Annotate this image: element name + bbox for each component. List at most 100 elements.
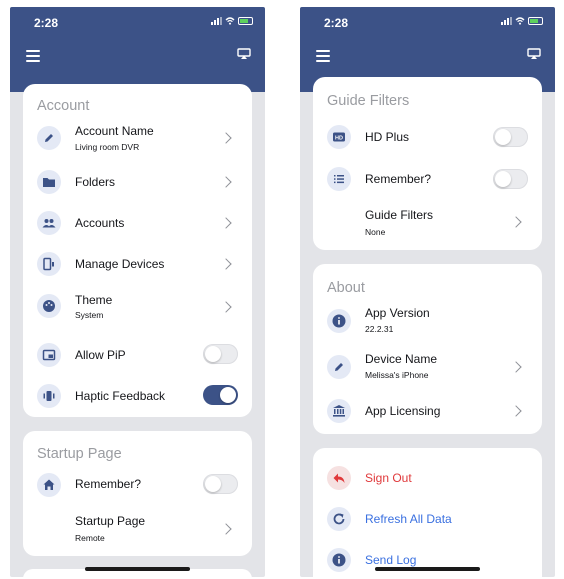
guide-filters-row[interactable]: Guide Filters None xyxy=(313,202,542,242)
home-icon xyxy=(37,473,61,497)
status-icons xyxy=(501,17,543,25)
haptic-feedback-toggle[interactable] xyxy=(203,385,238,405)
section-title-startup: Startup Page xyxy=(37,446,122,462)
status-icons xyxy=(211,17,253,25)
airplay-icon[interactable] xyxy=(237,48,251,59)
chevron-right-icon xyxy=(220,176,232,188)
sign-out-label: Sign Out xyxy=(365,471,412,485)
account-card: Account Account Name Living room DVR Fol… xyxy=(23,84,252,417)
row-label: Device Name xyxy=(365,352,438,366)
info-icon xyxy=(327,548,351,572)
hd-plus-row: HD HD Plus xyxy=(313,117,542,157)
chevron-right-icon xyxy=(220,301,232,313)
device-name-row[interactable]: Device Name Melissa's iPhone xyxy=(313,346,542,388)
svg-text:HD: HD xyxy=(335,135,343,141)
theme-row[interactable]: Theme System xyxy=(23,285,252,327)
section-title-account: Account xyxy=(37,98,90,114)
menu-icon[interactable] xyxy=(26,50,40,65)
about-card: About App Version 22.2.31 Device Name Me… xyxy=(313,264,542,434)
send-log-label: Send Log xyxy=(365,553,417,567)
list-icon xyxy=(327,167,351,191)
startup-page-row[interactable]: Startup Page Remote xyxy=(23,509,252,549)
startup-page-card: Startup Page Remember? Startup Page Remo… xyxy=(23,431,252,556)
status-time: 2:28 xyxy=(34,16,59,30)
section-title-guide: Guide Filters xyxy=(327,93,410,109)
reply-icon xyxy=(327,466,351,490)
row-label: Remember? xyxy=(365,172,432,186)
wifi-icon xyxy=(515,17,525,25)
vibration-icon xyxy=(37,384,61,408)
battery-icon xyxy=(528,17,543,25)
row-label: App Licensing xyxy=(365,404,441,418)
folder-icon xyxy=(37,170,61,194)
devices-icon xyxy=(37,252,61,276)
status-time: 2:28 xyxy=(324,16,349,30)
folders-row[interactable]: Folders xyxy=(23,162,252,202)
chevron-right-icon xyxy=(220,217,232,229)
chevron-right-icon xyxy=(220,258,232,270)
battery-icon xyxy=(238,17,253,25)
settings-screen-right: 2:28 Guide Filters HD HD Plus Remember? … xyxy=(300,7,555,577)
row-value: Living room DVR xyxy=(75,142,140,152)
app-version-row: App Version 22.2.31 xyxy=(313,300,542,342)
manage-devices-row[interactable]: Manage Devices xyxy=(23,244,252,284)
row-label: Manage Devices xyxy=(75,257,165,271)
app-licensing-row[interactable]: App Licensing xyxy=(313,392,542,432)
row-label: Theme xyxy=(75,293,113,307)
hd-plus-toggle[interactable] xyxy=(493,127,528,147)
bank-icon xyxy=(327,399,351,423)
info-icon xyxy=(327,309,351,333)
palette-icon xyxy=(37,294,61,318)
row-value: None xyxy=(365,227,386,237)
chevron-right-icon xyxy=(220,523,232,535)
wifi-icon xyxy=(225,17,235,25)
guide-remember-row: Remember? xyxy=(313,159,542,199)
settings-screen-left: 2:28 Account Account Name Living room DV… xyxy=(10,7,265,577)
allow-pip-toggle[interactable] xyxy=(203,344,238,364)
row-value: Remote xyxy=(75,533,105,543)
signal-icon xyxy=(501,17,512,25)
section-title-about: About xyxy=(327,280,365,296)
airplay-icon[interactable] xyxy=(527,48,541,59)
row-value: Melissa's iPhone xyxy=(365,370,429,380)
chevron-right-icon xyxy=(220,132,232,144)
refresh-all-data-row[interactable]: Refresh All Data xyxy=(313,501,542,541)
refresh-all-data-label: Refresh All Data xyxy=(365,512,452,526)
chevron-right-icon xyxy=(510,405,522,417)
row-label: Haptic Feedback xyxy=(75,389,166,403)
row-label: Guide Filters xyxy=(365,208,434,222)
startup-remember-toggle[interactable] xyxy=(203,474,238,494)
home-indicator xyxy=(85,567,190,571)
chevron-right-icon xyxy=(510,216,522,228)
row-label: Account Name xyxy=(75,124,154,138)
row-value: System xyxy=(75,310,104,320)
accounts-row[interactable]: Accounts xyxy=(23,203,252,243)
send-log-row[interactable]: Send Log xyxy=(313,542,542,577)
row-label: Accounts xyxy=(75,216,125,230)
app-header: 2:28 xyxy=(10,7,265,92)
row-value: 22.2.31 xyxy=(365,324,394,334)
people-icon xyxy=(37,211,61,235)
menu-icon[interactable] xyxy=(316,50,330,65)
startup-remember-row: Remember? xyxy=(23,467,252,507)
pip-icon xyxy=(37,343,61,367)
actions-card: Sign Out Refresh All Data Send Log xyxy=(313,448,542,577)
pencil-icon xyxy=(327,355,351,379)
refresh-icon xyxy=(327,507,351,531)
row-label: Folders xyxy=(75,175,116,189)
row-label: Allow PiP xyxy=(75,348,126,362)
hd-icon: HD xyxy=(327,125,351,149)
chevron-right-icon xyxy=(510,361,522,373)
signal-icon xyxy=(211,17,222,25)
row-label: Startup Page xyxy=(75,514,146,528)
sign-out-row[interactable]: Sign Out xyxy=(313,460,542,500)
row-label: HD Plus xyxy=(365,130,410,144)
home-indicator xyxy=(375,567,480,571)
guide-filters-card: Guide Filters HD HD Plus Remember? Guide… xyxy=(313,77,542,250)
allow-pip-row: Allow PiP xyxy=(23,335,252,375)
account-name-row[interactable]: Account Name Living room DVR xyxy=(23,118,252,158)
haptic-feedback-row: Haptic Feedback xyxy=(23,376,252,416)
guide-remember-toggle[interactable] xyxy=(493,169,528,189)
row-label: Remember? xyxy=(75,477,142,491)
row-label: App Version xyxy=(365,306,430,320)
